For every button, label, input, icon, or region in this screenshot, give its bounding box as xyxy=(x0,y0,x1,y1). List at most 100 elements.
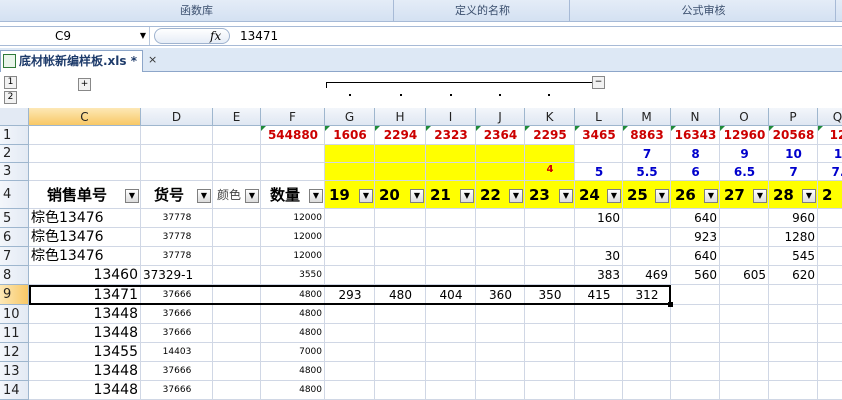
data-cell[interactable]: 4800 xyxy=(261,324,325,343)
row-header-9[interactable]: 9 xyxy=(0,285,29,305)
row-header-2[interactable]: 2 xyxy=(0,145,29,163)
column-header-p[interactable]: P xyxy=(769,108,818,126)
size-cell[interactable]: 7 xyxy=(769,163,818,181)
total-cell[interactable]: 2323 xyxy=(426,126,476,145)
total-cell[interactable]: 2364 xyxy=(476,126,525,145)
name-box-dropdown-icon[interactable]: ▼ xyxy=(138,31,148,41)
column-header-c[interactable]: C xyxy=(29,108,141,126)
column-header-m[interactable]: M xyxy=(623,108,671,126)
column-header-e[interactable]: E xyxy=(213,108,261,126)
data-cell[interactable]: 383 xyxy=(575,266,623,285)
column-header-g[interactable]: G xyxy=(325,108,375,126)
data-cell[interactable]: 640 xyxy=(671,247,720,266)
filter-dropdown-icon[interactable]: ▼ xyxy=(559,189,573,203)
data-cell[interactable]: 13455 xyxy=(29,343,141,362)
total-cell[interactable]: 8863 xyxy=(623,126,671,145)
total-cell[interactable]: 3465 xyxy=(575,126,623,145)
formula-input[interactable]: 13471 xyxy=(240,27,278,45)
data-cell[interactable]: 棕色13476 xyxy=(29,228,141,247)
expand-group-button[interactable]: + xyxy=(78,78,91,91)
data-cell[interactable]: 960 xyxy=(769,209,818,228)
filter-dropdown-icon[interactable]: ▼ xyxy=(410,189,424,203)
collapse-group-button[interactable]: − xyxy=(592,76,605,89)
data-cell[interactable]: 37666 xyxy=(141,305,213,324)
data-cell[interactable]: 37778 xyxy=(141,228,213,247)
data-cell[interactable]: 923 xyxy=(671,228,720,247)
column-header-o[interactable]: O xyxy=(720,108,769,126)
size-cell[interactable]: 7. xyxy=(818,163,842,181)
size-cell[interactable]: 1 xyxy=(818,145,842,163)
data-cell[interactable]: 545 xyxy=(769,247,818,266)
filter-dropdown-icon[interactable]: ▼ xyxy=(125,189,139,203)
size-cell[interactable]: 6 xyxy=(671,163,720,181)
filter-dropdown-icon[interactable]: ▼ xyxy=(309,189,323,203)
size-cell[interactable]: 9 xyxy=(720,145,769,163)
row-header-6[interactable]: 6 xyxy=(0,228,29,247)
row-header-8[interactable]: 8 xyxy=(0,266,29,285)
size-cell[interactable]: 8 xyxy=(671,145,720,163)
data-cell[interactable]: 605 xyxy=(720,266,769,285)
name-box[interactable]: C9 xyxy=(0,27,150,45)
data-cell[interactable]: 160 xyxy=(575,209,623,228)
data-cell[interactable]: 560 xyxy=(671,266,720,285)
row-header-5[interactable]: 5 xyxy=(0,209,29,228)
filter-dropdown-icon[interactable]: ▼ xyxy=(655,189,669,203)
filter-dropdown-icon[interactable]: ▼ xyxy=(753,189,767,203)
column-header-q[interactable]: Q xyxy=(818,108,842,126)
column-header-l[interactable]: L xyxy=(575,108,623,126)
total-cell[interactable]: 2294 xyxy=(375,126,426,145)
workbook-tab[interactable]: 底材帐新编样板.xls * xyxy=(0,50,143,72)
data-cell[interactable]: 13448 xyxy=(29,381,141,400)
data-cell[interactable]: 37329-1 xyxy=(141,266,213,285)
row-header-14[interactable]: 14 xyxy=(0,381,29,400)
row-header-4[interactable]: 4 xyxy=(0,181,29,209)
row-header-1[interactable]: 1 xyxy=(0,126,29,145)
data-cell[interactable]: 棕色13476 xyxy=(29,247,141,266)
row-header-10[interactable]: 10 xyxy=(0,305,29,324)
row-header-11[interactable]: 11 xyxy=(0,324,29,343)
data-cell[interactable]: 1280 xyxy=(769,228,818,247)
total-cell[interactable]: 12960 xyxy=(720,126,769,145)
total-cell[interactable]: 16343 xyxy=(671,126,720,145)
data-cell[interactable]: 13448 xyxy=(29,362,141,381)
size-cell[interactable]: 10 xyxy=(769,145,818,163)
data-cell[interactable]: 620 xyxy=(769,266,818,285)
header-cell[interactable]: 2 xyxy=(818,181,842,209)
size-cell[interactable]: 4 xyxy=(525,163,575,181)
row-header-13[interactable]: 13 xyxy=(0,362,29,381)
data-cell[interactable]: 12000 xyxy=(261,247,325,266)
fill-handle[interactable] xyxy=(668,302,673,307)
insert-function-icon[interactable]: fx xyxy=(210,27,230,45)
total-cell[interactable]: 544880 xyxy=(261,126,325,145)
filter-dropdown-icon[interactable]: ▼ xyxy=(460,189,474,203)
row-header-7[interactable]: 7 xyxy=(0,247,29,266)
data-cell[interactable]: 13448 xyxy=(29,305,141,324)
filter-dropdown-icon[interactable]: ▼ xyxy=(245,189,259,203)
ribbon-group-function-library[interactable]: 函数库 xyxy=(0,0,394,22)
data-cell[interactable]: 3550 xyxy=(261,266,325,285)
data-cell[interactable]: 4800 xyxy=(261,305,325,324)
selection-range[interactable] xyxy=(29,285,671,305)
filter-dropdown-icon[interactable]: ▼ xyxy=(509,189,523,203)
data-cell[interactable]: 13448 xyxy=(29,324,141,343)
ribbon-group-defined-names[interactable]: 定义的名称 xyxy=(396,0,570,22)
filter-dropdown-icon[interactable]: ▼ xyxy=(359,189,373,203)
column-header-d[interactable]: D xyxy=(141,108,213,126)
data-cell[interactable]: 4800 xyxy=(261,381,325,400)
data-cell[interactable]: 棕色13476 xyxy=(29,209,141,228)
filter-dropdown-icon[interactable]: ▼ xyxy=(704,189,718,203)
data-cell[interactable]: 7000 xyxy=(261,343,325,362)
column-header-n[interactable]: N xyxy=(671,108,720,126)
column-header-f[interactable]: F xyxy=(261,108,325,126)
data-cell[interactable]: 37778 xyxy=(141,209,213,228)
data-cell[interactable]: 14403 xyxy=(141,343,213,362)
outline-level-1-button[interactable]: 1 xyxy=(4,76,17,89)
data-cell[interactable]: 37666 xyxy=(141,381,213,400)
data-cell[interactable]: 30 xyxy=(575,247,623,266)
size-cell[interactable]: 6.5 xyxy=(720,163,769,181)
outline-level-2-button[interactable]: 2 xyxy=(4,91,17,104)
data-cell[interactable]: 469 xyxy=(623,266,671,285)
total-cell[interactable]: 1606 xyxy=(325,126,375,145)
size-cell[interactable]: 5.5 xyxy=(623,163,671,181)
select-all-corner[interactable] xyxy=(0,108,29,126)
